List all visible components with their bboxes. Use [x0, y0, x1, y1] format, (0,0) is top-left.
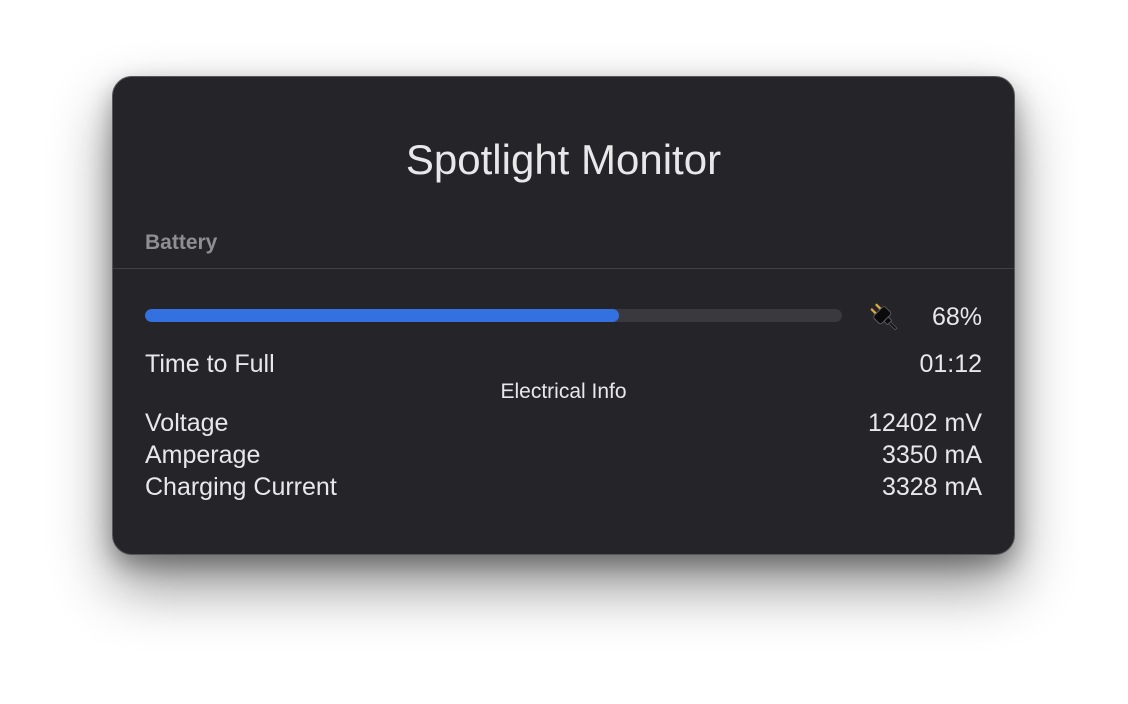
electrical-info-header: Electrical Info	[500, 380, 627, 403]
battery-progress-fill	[145, 309, 619, 322]
time-to-full-label: Time to Full	[145, 350, 275, 378]
charging-current-row: Charging Current 3328 mA	[145, 472, 982, 502]
time-to-full-value: 01:12	[919, 350, 982, 378]
charging-current-value: 3328 mA	[881, 473, 982, 501]
time-to-full-row: Time to Full 01:12	[145, 349, 982, 379]
battery-percent: 68%	[931, 303, 982, 331]
amperage-row: Amperage 3350 mA	[145, 440, 982, 470]
charging-current-label: Charging Current	[145, 473, 337, 501]
battery-section-header: Battery	[145, 231, 218, 254]
amperage-label: Amperage	[145, 441, 261, 469]
voltage-value: 12402 mV	[868, 409, 982, 437]
amperage-value: 3350 mA	[881, 441, 982, 469]
voltage-label: Voltage	[145, 409, 229, 437]
plug-icon	[865, 298, 903, 336]
section-divider	[113, 268, 1014, 269]
voltage-row: Voltage 12402 mV	[145, 408, 982, 438]
battery-progress-bar	[145, 309, 842, 322]
monitor-window: Spotlight Monitor Battery 68% Time to Fu…	[112, 76, 1015, 555]
window-title: Spotlight Monitor	[405, 136, 722, 183]
